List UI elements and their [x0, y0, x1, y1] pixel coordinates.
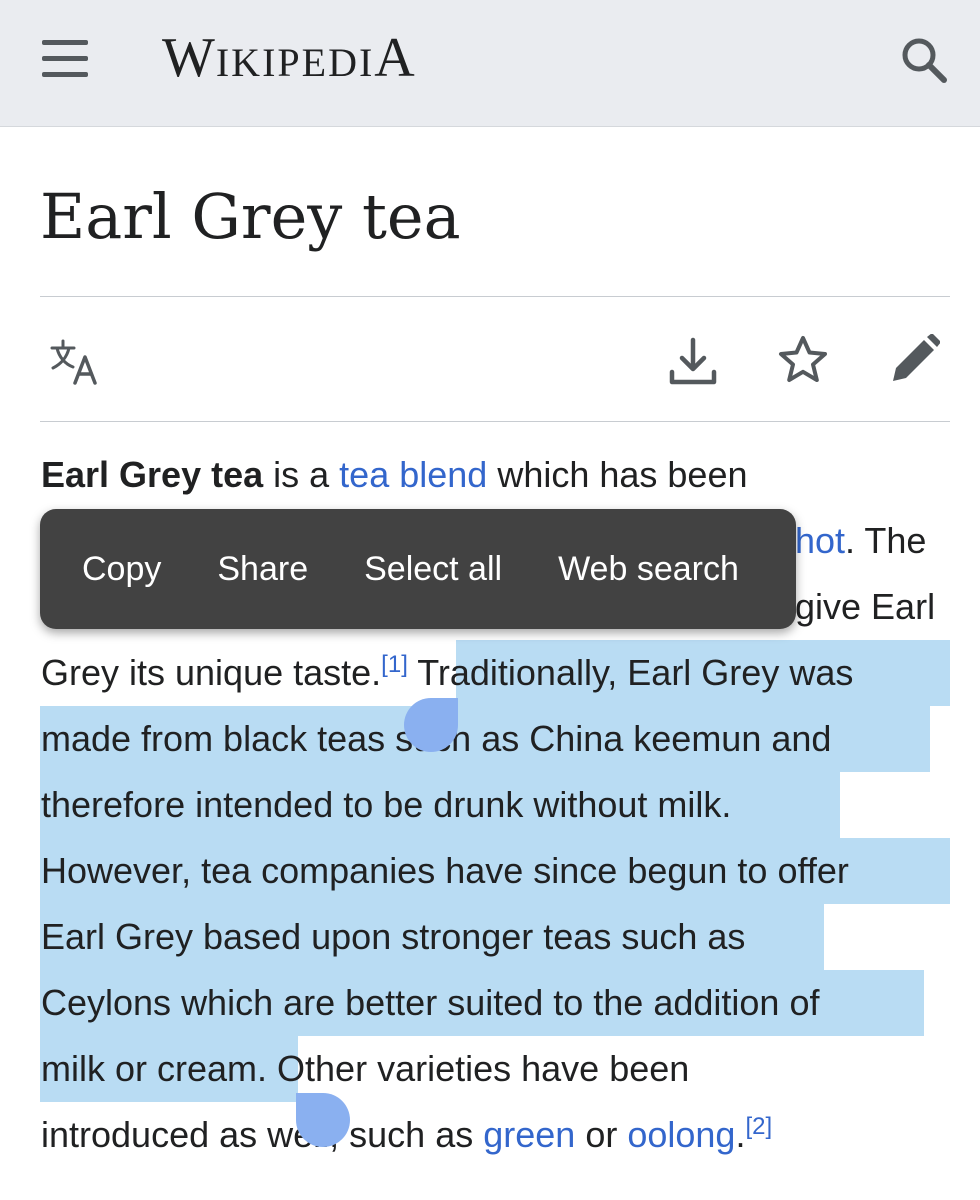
paragraph-line[interactable]: introduced as well, such as green or ool…	[41, 1102, 772, 1168]
bold-term: Earl Grey tea	[41, 454, 264, 495]
language-icon[interactable]	[48, 336, 100, 388]
text-span: . The	[845, 520, 927, 561]
text-span: Earl Grey based upon stronger teas such …	[41, 916, 746, 957]
paragraph-line[interactable]: Ceylons which are better suited to the a…	[41, 970, 819, 1036]
menu-icon-bar	[42, 72, 88, 77]
paragraph-line[interactable]: However, tea companies have since begun …	[41, 838, 849, 904]
paragraph-line[interactable]: Grey its unique taste.[1] Traditionally,…	[41, 640, 853, 706]
toolbar-divider	[40, 421, 950, 422]
text-span: give Earl	[795, 586, 936, 627]
reference-link[interactable]: [1]	[381, 651, 408, 678]
paragraph-line[interactable]: Earl Grey tea is a tea blend which has b…	[41, 442, 748, 508]
text-span: milk or cream.	[41, 1048, 268, 1089]
text-span: Ceylons which are better suited to the a…	[41, 982, 820, 1023]
app-header: WIKIPEDIA	[0, 0, 980, 127]
paragraph-line[interactable]: therefore intended to be drunk without m…	[41, 772, 731, 838]
article-link[interactable]: hot	[795, 520, 845, 561]
text-span: .	[735, 1114, 746, 1155]
logo-letters-middle: IKIPEDI	[215, 40, 375, 85]
edit-icon[interactable]	[888, 334, 940, 386]
text-span: Traditionally, Earl Grey was	[407, 652, 854, 693]
title-divider	[40, 296, 950, 297]
text-span: therefore intended to be drunk without m…	[41, 784, 732, 825]
selection-start-handle[interactable]	[404, 698, 458, 752]
selection-end-handle[interactable]	[296, 1093, 350, 1147]
article-link[interactable]: green	[483, 1114, 575, 1155]
page-title: Earl Grey tea	[40, 180, 461, 253]
menu-icon-bar	[42, 56, 88, 61]
text-span: or	[575, 1114, 628, 1155]
download-icon[interactable]	[667, 336, 719, 388]
search-icon[interactable]	[898, 34, 950, 86]
text-selection-menu: Copy Share Select all Web search	[40, 509, 796, 629]
paragraph-line[interactable]: Earl Grey based upon stronger teas such …	[41, 904, 745, 970]
text-span: Other varieties have been	[267, 1048, 690, 1089]
copy-menu-item[interactable]: Copy	[54, 509, 189, 629]
reference-link[interactable]: [2]	[745, 1113, 772, 1140]
menu-icon[interactable]	[42, 40, 90, 78]
paragraph-line[interactable]: give Earl	[795, 574, 935, 640]
text-span: However, tea companies have since begun …	[41, 850, 849, 891]
text-span: is a	[263, 454, 340, 495]
paragraph-line[interactable]: hot. The	[795, 508, 926, 574]
article-link[interactable]: oolong	[627, 1114, 735, 1155]
text-span: Grey its unique taste.	[41, 652, 382, 693]
logo-letter-first: W	[162, 27, 216, 89]
menu-icon-bar	[42, 40, 88, 45]
star-icon[interactable]	[777, 334, 829, 386]
paragraph-line[interactable]: milk or cream. Other varieties have been	[41, 1036, 689, 1102]
article-link[interactable]: tea blend	[339, 454, 487, 495]
share-menu-item[interactable]: Share	[189, 509, 336, 629]
web-search-menu-item[interactable]: Web search	[530, 509, 767, 629]
select-all-menu-item[interactable]: Select all	[336, 509, 530, 629]
logo-letter-last: A	[374, 27, 416, 89]
text-span: which has been	[487, 454, 748, 495]
wikipedia-logo[interactable]: WIKIPEDIA	[162, 26, 416, 90]
text-span: introduced as well, such as	[41, 1114, 484, 1155]
